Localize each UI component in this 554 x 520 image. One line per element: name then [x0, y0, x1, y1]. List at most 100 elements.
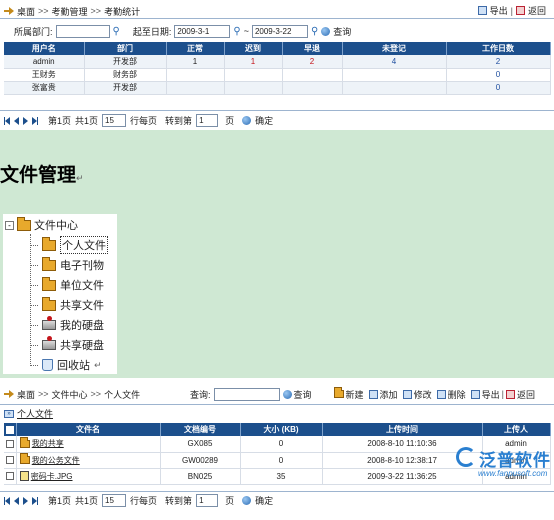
row-checkbox[interactable] — [4, 468, 17, 485]
search-input[interactable] — [213, 387, 280, 401]
brand-mark-icon — [456, 447, 476, 467]
goto-input[interactable]: 1 — [196, 494, 219, 507]
delete-button[interactable]: 删除 — [436, 388, 466, 401]
column-header[interactable]: 工作日数 — [446, 42, 551, 55]
calendar-icon[interactable]: ⚲ — [233, 26, 240, 37]
delete-label: 删除 — [447, 389, 466, 400]
table-row[interactable]: admin 开发部 1 1 2 4 2 — [4, 55, 551, 69]
last-page-icon[interactable] — [32, 116, 38, 125]
file-link[interactable]: 我的公务文件 — [32, 456, 80, 465]
row-checkbox[interactable] — [4, 452, 17, 469]
first-page-icon[interactable] — [4, 116, 10, 125]
cell-filename[interactable]: 密码卡.JPG — [16, 468, 161, 485]
breadcrumb-item[interactable]: 文件中心 — [52, 388, 88, 401]
cell-filename[interactable]: 我的共享 — [16, 436, 161, 453]
tree-item-shared-disk[interactable]: 共享硬盘 — [30, 336, 104, 352]
breadcrumb-item[interactable]: 个人文件 — [104, 388, 140, 401]
column-header[interactable]: 迟到 — [224, 42, 283, 55]
prev-page-icon[interactable] — [14, 116, 19, 125]
table-row[interactable]: 张富贵 开发部 0 — [4, 81, 551, 95]
file-link[interactable]: 密码卡.JPG — [31, 472, 73, 481]
column-header[interactable]: 文档编号 — [160, 423, 241, 436]
file-link[interactable]: 我的共享 — [32, 439, 64, 448]
tree-item-unit[interactable]: 单位文件 — [30, 276, 104, 292]
new-button[interactable]: 新建 — [333, 387, 364, 401]
column-header[interactable]: 用户名 — [4, 42, 85, 55]
tree-item-my-disk[interactable]: 我的硬盘 — [30, 316, 104, 332]
per-page-input[interactable]: 15 — [102, 494, 127, 507]
page-suffix: 页 — [225, 496, 235, 506]
search-button[interactable]: 查询 — [333, 25, 351, 38]
tree-item-shared[interactable]: 共享文件 — [30, 296, 104, 312]
tree-item-recycle[interactable]: 回收站 ↵ — [30, 358, 102, 372]
return-mark: ↵ — [76, 174, 84, 184]
column-header[interactable]: 正常 — [166, 42, 225, 55]
back-button[interactable]: 返回 — [528, 4, 546, 17]
next-page-icon[interactable] — [23, 116, 28, 125]
cell-early: 2 — [282, 55, 343, 69]
cell-size: 35 — [240, 468, 323, 485]
folder-open-icon — [17, 216, 31, 231]
total-pages: 共1页 — [75, 496, 99, 506]
search-icon[interactable]: ⚲ — [113, 26, 120, 37]
dept-input[interactable] — [55, 24, 110, 38]
date-to-input[interactable]: 2009-3-22 — [251, 24, 308, 38]
tree-root[interactable]: - 文件中心 — [5, 216, 78, 232]
cell-workdays: 0 — [446, 68, 551, 82]
confirm-button[interactable]: 确定 — [255, 114, 273, 127]
table-header: 用户名 部门 正常 迟到 早退 未登记 工作日数 — [4, 42, 551, 55]
sub-path-link[interactable]: 个人文件 — [17, 407, 53, 420]
column-header[interactable]: 早退 — [282, 42, 343, 55]
tree-item-ejournal[interactable]: 电子刊物 — [30, 256, 104, 272]
first-page-icon[interactable] — [4, 496, 10, 505]
column-header[interactable]: 上传时间 — [322, 423, 483, 436]
goto-input[interactable]: 1 — [196, 114, 219, 127]
add-button[interactable]: 添加 — [368, 388, 398, 401]
search-button-icon — [321, 26, 331, 36]
export-button[interactable]: 导出 — [470, 388, 500, 401]
next-page-icon[interactable] — [23, 496, 28, 505]
tree-item-personal[interactable]: 个人文件 — [30, 236, 108, 254]
breadcrumb-separator: >> — [38, 389, 49, 399]
disk-icon — [42, 316, 56, 330]
column-header[interactable]: 未登记 — [342, 42, 447, 55]
files-divider — [0, 404, 554, 405]
last-page-icon[interactable] — [32, 496, 38, 505]
folder-icon — [42, 236, 56, 251]
files-toolbar: 查询: 查询 新建 添加 修改 删除 导出 | 返回 — [190, 387, 535, 401]
edit-button[interactable]: 修改 — [402, 388, 432, 401]
files-pager: 第1页 共1页 15 行每页 转到第 1 页 确定 — [4, 494, 273, 507]
export-button[interactable]: 导出 — [490, 4, 508, 17]
column-header[interactable]: 上传人 — [482, 423, 551, 436]
arrow-icon — [4, 390, 14, 398]
breadcrumb-item[interactable]: 考勤统计 — [104, 5, 140, 18]
cell-username: admin — [4, 55, 85, 69]
cell-early — [282, 81, 343, 95]
per-page-label: 行每页 — [130, 116, 158, 126]
confirm-button[interactable]: 确定 — [255, 494, 273, 507]
per-page-input[interactable]: 15 — [102, 114, 127, 127]
calendar-icon[interactable]: ⚲ — [311, 26, 318, 37]
column-header[interactable]: 部门 — [84, 42, 167, 55]
new-label: 新建 — [345, 389, 364, 400]
column-header[interactable]: 文件名 — [16, 423, 161, 436]
tilde: ~ — [243, 26, 249, 36]
table-row[interactable]: 王财务 财务部 0 — [4, 68, 551, 82]
dept-label: 所属部门: — [14, 26, 53, 37]
back-icon — [505, 389, 515, 399]
collapse-icon[interactable]: - — [5, 220, 14, 230]
row-checkbox[interactable] — [4, 436, 17, 453]
search-button[interactable]: 查询 — [294, 388, 312, 401]
tree-item-label: 个人文件 — [60, 236, 108, 254]
column-header[interactable]: 大小 (KB) — [240, 423, 323, 436]
select-all-checkbox[interactable] — [4, 423, 17, 436]
cell-filename[interactable]: 我的公务文件 — [16, 452, 161, 469]
prev-page-icon[interactable] — [14, 496, 19, 505]
breadcrumb-item[interactable]: 桌面 — [17, 388, 35, 401]
sub-path: » 个人文件 — [4, 408, 53, 419]
breadcrumb-item[interactable]: 桌面 — [17, 5, 35, 18]
date-from-input[interactable]: 2009-3-1 — [174, 24, 231, 38]
back-button[interactable]: 返回 — [505, 388, 535, 401]
breadcrumb-separator: >> — [90, 389, 102, 399]
breadcrumb-item[interactable]: 考勤管理 — [52, 5, 88, 18]
